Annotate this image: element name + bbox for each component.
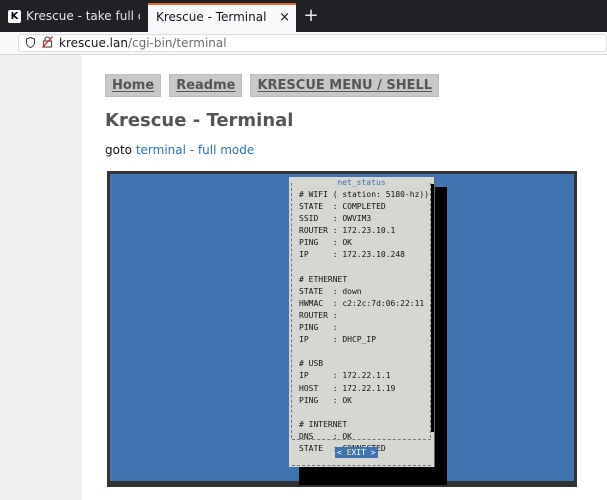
url-bar[interactable]: krescue.lan/cgi-bin/terminal: [18, 34, 607, 52]
terminal-line: # INTERNET: [299, 419, 348, 429]
krescue-menu-button[interactable]: KRESCUE MENU / SHELL: [250, 74, 440, 97]
tab-label: Krescue - Terminal: [156, 10, 267, 24]
url-text[interactable]: krescue.lan/cgi-bin/terminal: [59, 35, 227, 51]
status-text: # WIFI ( station: 5180-hz)) STATE : COMP…: [299, 189, 429, 455]
dialog-border: [291, 183, 293, 438]
terminal-line: HWMAC : c2:2c:7d:06:22:11: [299, 298, 425, 308]
page-content: Home Readme KRESCUE MENU / SHELL Krescue…: [82, 55, 607, 500]
krescue-favicon-icon: K: [8, 10, 21, 23]
tab-label: Krescue - take full contro: [26, 9, 140, 23]
terminal-line: STATE : COMPLETED: [299, 202, 386, 212]
tab-krescue-terminal[interactable]: Krescue - Terminal ×: [148, 3, 296, 32]
insecure-lock-icon[interactable]: [41, 36, 54, 51]
net-status-dialog: net_status # WIFI ( station: 5180-hz)) S…: [289, 177, 435, 467]
terminal-line: HOST : 172.22.1.19: [299, 383, 396, 393]
terminal-line: SSID : OWVIM3: [299, 214, 372, 224]
readme-button[interactable]: Readme: [169, 74, 243, 97]
terminal-line: PING : OK: [299, 238, 352, 248]
shield-icon[interactable]: [26, 36, 35, 51]
dialog-scrollbar[interactable]: [431, 184, 434, 432]
exit-label: XIT >: [351, 448, 376, 457]
terminal-line: IP : 172.22.1.1: [299, 371, 391, 381]
terminal-line: # USB: [299, 359, 324, 369]
terminal-line: IP : DHCP_IP: [299, 335, 377, 345]
navigation-bar: krescue.lan/cgi-bin/terminal: [0, 32, 607, 55]
tab-bar: K Krescue - take full contro Krescue - T…: [0, 0, 607, 32]
terminal-line: PING :: [299, 323, 338, 333]
terminal-line: # ETHERNET: [299, 274, 348, 284]
terminal-line: ROUTER : 172.23.10.1: [299, 226, 396, 236]
terminal-line: STATE : down: [299, 286, 362, 296]
url-path: /cgi-bin/terminal: [127, 36, 227, 50]
terminal-line: PING : OK: [299, 395, 352, 405]
terminal-full-mode-link[interactable]: terminal - full mode: [136, 143, 254, 157]
close-tab-icon[interactable]: ×: [279, 5, 290, 30]
home-button[interactable]: Home: [105, 74, 162, 97]
dialog-border: [292, 465, 431, 466]
tab-krescue-home[interactable]: K Krescue - take full contro: [0, 3, 148, 32]
top-navigation: Home Readme KRESCUE MENU / SHELL: [105, 74, 440, 97]
dialog-separator: [292, 439, 431, 440]
dialog-title: net_status: [337, 178, 386, 187]
terminal-background: net_status # WIFI ( station: 5180-hz)) S…: [110, 174, 574, 485]
exit-button[interactable]: < EXIT >: [335, 447, 378, 458]
new-tab-button[interactable]: +: [300, 4, 322, 28]
exit-bracket: <: [337, 448, 347, 457]
goto-line: goto terminal - full mode: [105, 143, 254, 157]
page-title: Krescue - Terminal: [105, 110, 294, 131]
terminal-line: ROUTER :: [299, 310, 338, 320]
url-host: krescue.lan: [59, 36, 128, 50]
terminal-line: # WIFI ( station: 5180-hz)): [299, 190, 430, 199]
terminal-line: IP : 172.23.10.248: [299, 250, 405, 260]
terminal-window[interactable]: net_status # WIFI ( station: 5180-hz)) S…: [107, 171, 577, 487]
goto-prefix: goto: [105, 143, 133, 157]
